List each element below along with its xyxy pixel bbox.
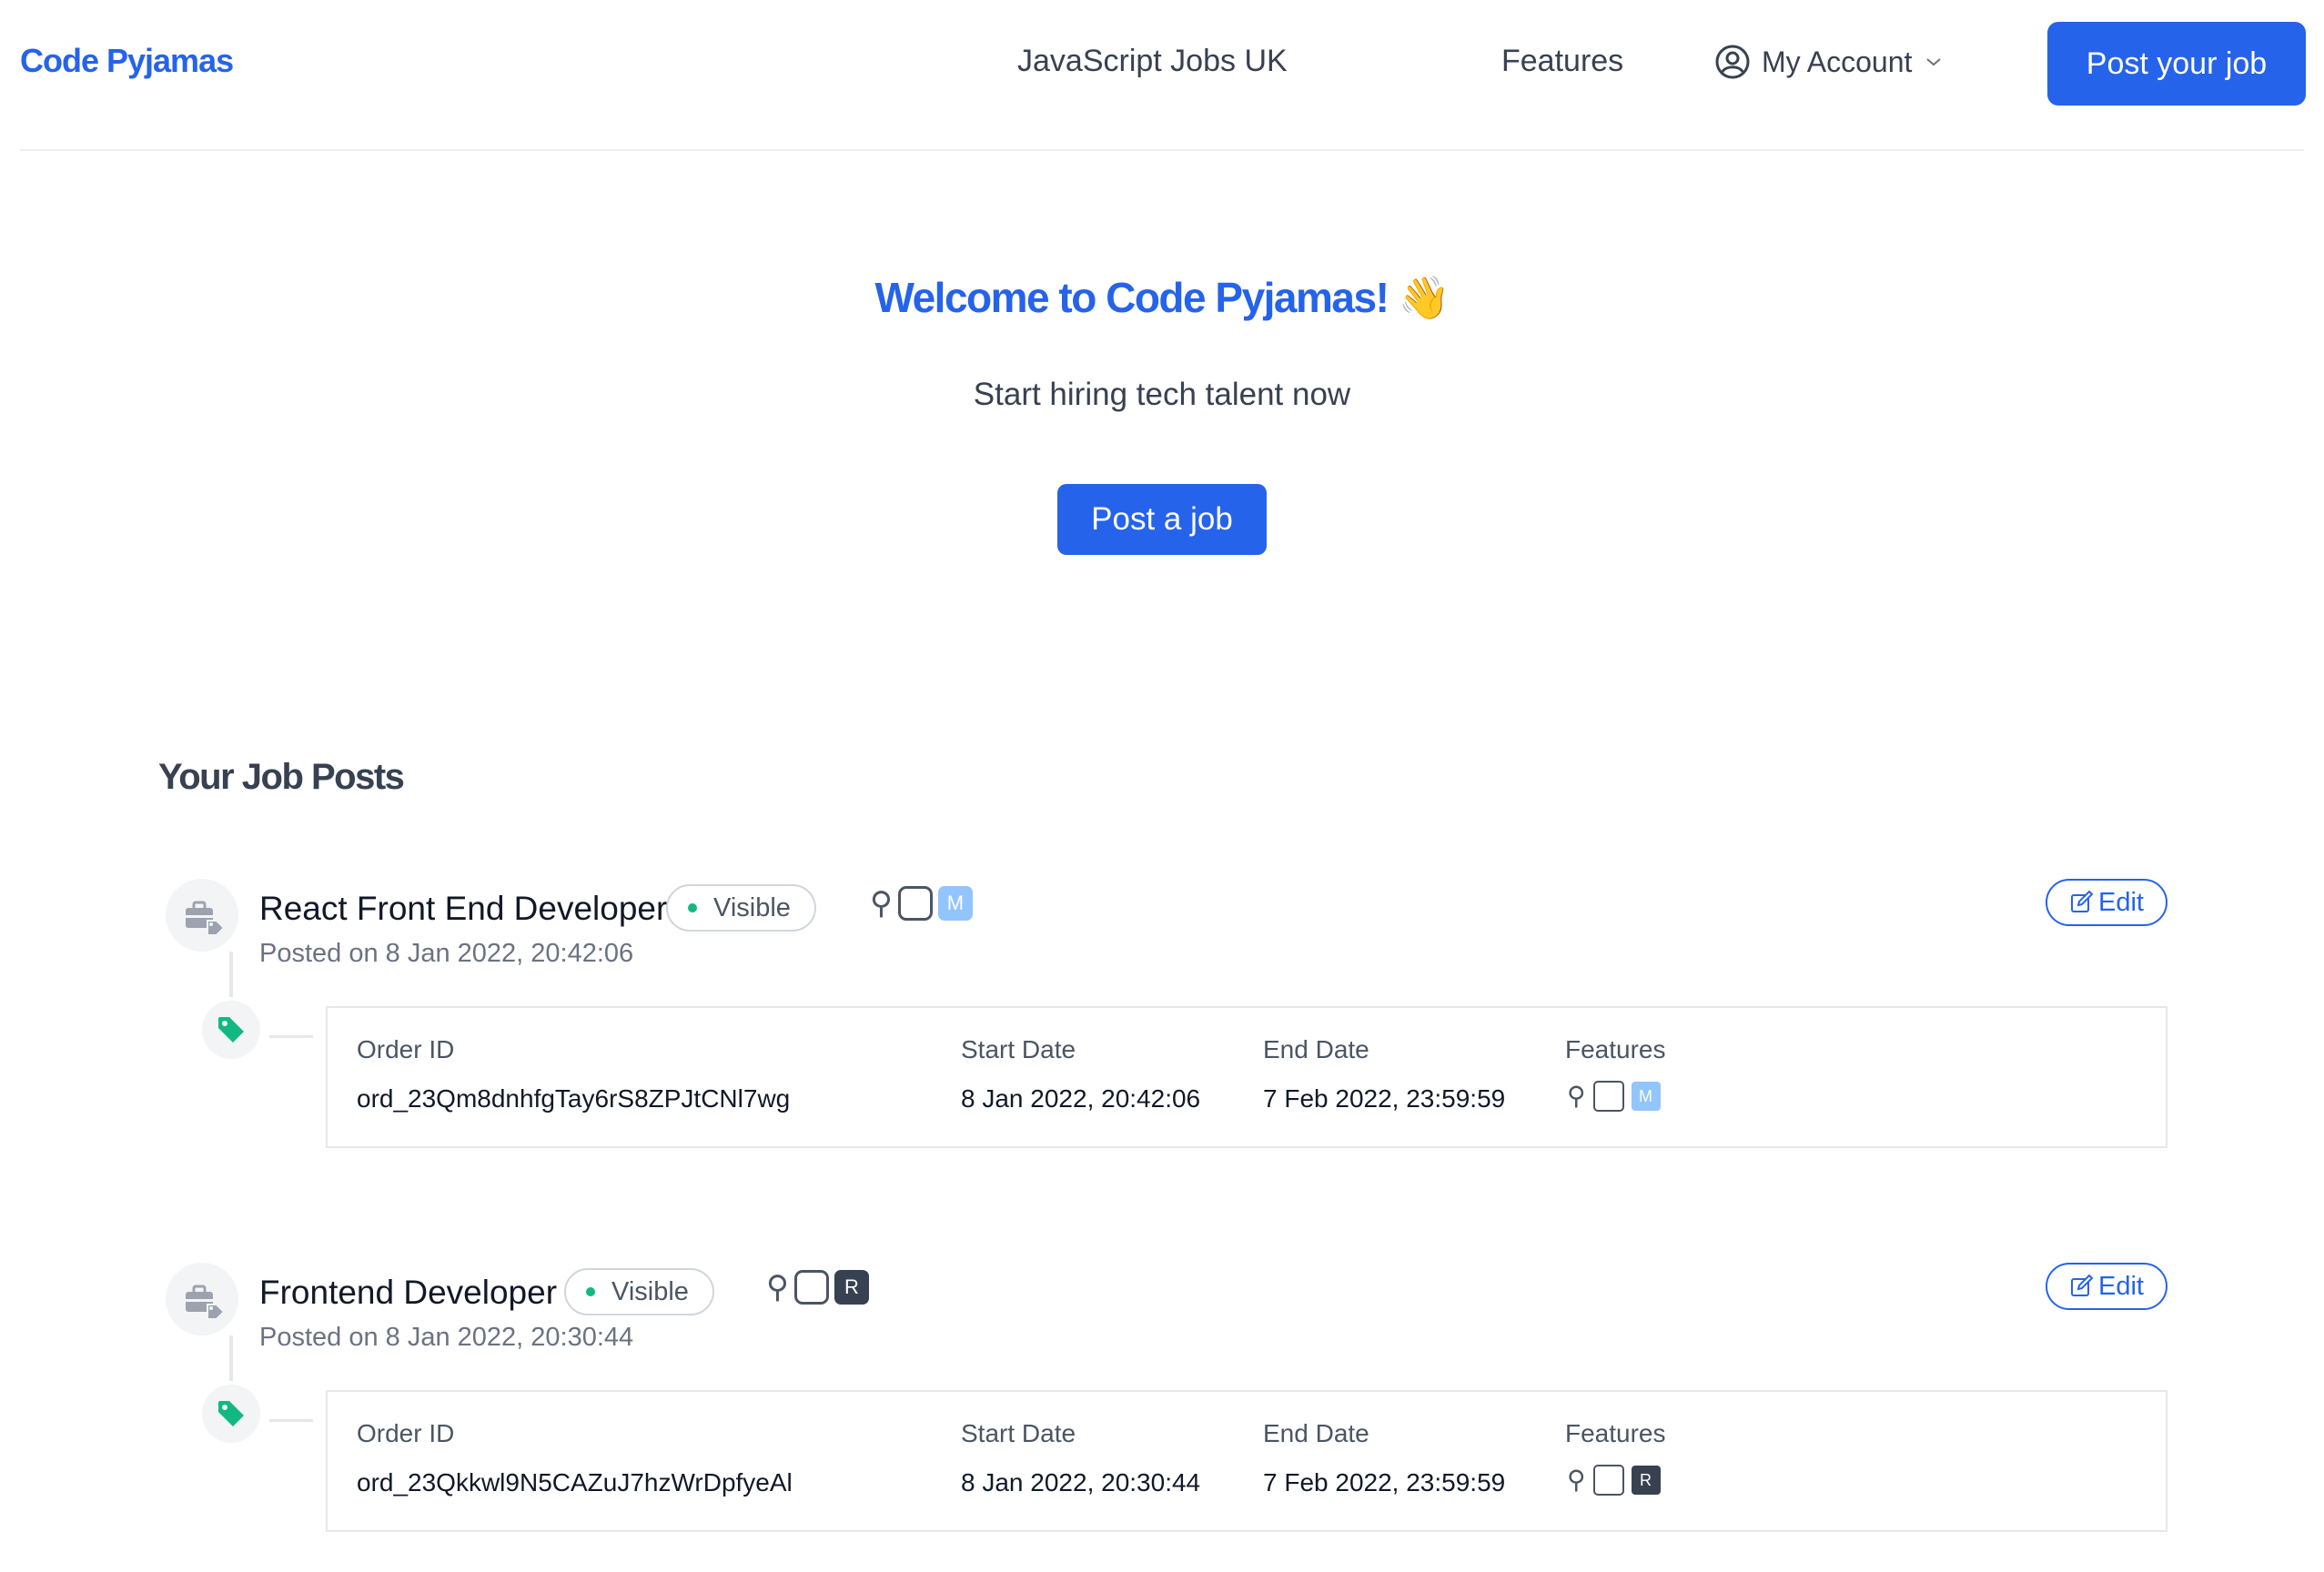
order-connector [269, 1035, 313, 1038]
briefcase-tag-icon [186, 1285, 226, 1320]
order-id-header: Order ID [357, 1035, 455, 1063]
order-feature-icons: ⚲ R [1567, 1465, 1661, 1496]
order-connector [269, 1419, 313, 1422]
feature-icons: ⚲ M [870, 886, 973, 921]
pin-icon: ⚲ [870, 886, 893, 921]
feature-letter-badge: M [1631, 1082, 1661, 1111]
order-tag-circle [202, 1001, 260, 1059]
top-header: Code Pyjamas JavaScript Jobs UK Features… [0, 0, 2324, 151]
order-details: Order ID Start Date End Date Features or… [326, 1390, 2167, 1532]
timeline-line [229, 952, 233, 997]
feature-icons: ⚲ R [766, 1270, 869, 1305]
edit-icon [2071, 1274, 2094, 1296]
my-account-label: My Account [1762, 45, 1913, 78]
start-date-header: Start Date [961, 1035, 1076, 1063]
edit-icon [2071, 890, 2094, 912]
user-circle-icon [1715, 45, 1750, 79]
status-badge: Visible [666, 884, 816, 932]
end-date-value: 7 Feb 2022, 23:59:59 [1263, 1084, 1506, 1113]
nav-javascript-jobs-uk[interactable]: JavaScript Jobs UK [1017, 44, 1288, 79]
briefcase-tag-icon [186, 901, 226, 936]
end-date-header: End Date [1263, 1419, 1369, 1447]
start-date-header: Start Date [961, 1419, 1076, 1447]
end-date-header: End Date [1263, 1035, 1369, 1063]
box-feature-icon [1592, 1465, 1624, 1496]
features-header: Features [1565, 1035, 1666, 1063]
order-feature-icons: ⚲ M [1567, 1081, 1661, 1112]
status-dot [688, 903, 697, 912]
my-account-menu[interactable]: My Account [1714, 44, 1945, 80]
edit-button[interactable]: Edit [2046, 879, 2167, 926]
your-job-posts-title: Your Job Posts [158, 757, 405, 797]
status-badge: Visible [564, 1268, 714, 1315]
pin-icon: ⚲ [1567, 1466, 1586, 1494]
nav-features[interactable]: Features [1501, 44, 1623, 79]
order-id-value: ord_23Qkkwl9N5CAZuJ7hzWrDpfyeAl [357, 1468, 793, 1496]
job-title[interactable]: Frontend Developer [259, 1274, 557, 1312]
features-header: Features [1565, 1419, 1666, 1447]
box-feature-icon [1592, 1081, 1624, 1112]
header-divider [20, 149, 2304, 151]
timeline-line [229, 1335, 233, 1381]
edit-label: Edit [2098, 887, 2144, 917]
order-tag-circle [202, 1385, 260, 1443]
box-feature-icon [793, 1270, 829, 1305]
tag-icon [218, 1401, 244, 1426]
start-date-value: 8 Jan 2022, 20:42:06 [961, 1084, 1201, 1113]
job-post: Frontend Developer Visible ⚲ R Posted on… [0, 1263, 2324, 1572]
post-your-job-button[interactable]: Post your job [2047, 22, 2306, 106]
status-label: Visible [713, 892, 791, 922]
job-title[interactable]: React Front End Developer [259, 890, 667, 928]
order-details: Order ID Start Date End Date Features or… [326, 1006, 2167, 1148]
tag-icon [218, 1017, 244, 1043]
job-avatar [166, 1263, 238, 1335]
post-a-job-button[interactable]: Post a job [1057, 484, 1267, 555]
job-post: React Front End Developer Visible ⚲ M Po… [0, 879, 2324, 1261]
status-dot [586, 1287, 595, 1296]
welcome-subtitle: Start hiring tech talent now [973, 377, 1351, 412]
order-id-header: Order ID [357, 1419, 455, 1447]
chevron-down-icon [1926, 58, 1942, 66]
edit-button[interactable]: Edit [2046, 1263, 2167, 1310]
start-date-value: 8 Jan 2022, 20:30:44 [961, 1468, 1201, 1496]
welcome-title: Welcome to Code Pyjamas! 👋 [874, 274, 1450, 321]
job-avatar [166, 879, 238, 952]
pin-icon: ⚲ [766, 1270, 789, 1305]
pin-icon: ⚲ [1567, 1082, 1586, 1110]
order-id-value: ord_23Qm8dnhfgTay6rS8ZPJtCNl7wg [357, 1084, 791, 1113]
end-date-value: 7 Feb 2022, 23:59:59 [1263, 1468, 1506, 1496]
posted-date: Posted on 8 Jan 2022, 20:42:06 [259, 939, 634, 968]
posted-date: Posted on 8 Jan 2022, 20:30:44 [259, 1323, 634, 1352]
box-feature-icon [897, 886, 933, 921]
feature-letter-badge: M [937, 886, 973, 921]
logo[interactable]: Code Pyjamas [20, 42, 234, 80]
edit-label: Edit [2098, 1271, 2144, 1301]
feature-letter-badge: R [834, 1270, 869, 1305]
feature-letter-badge: R [1631, 1466, 1661, 1495]
status-label: Visible [611, 1276, 689, 1306]
